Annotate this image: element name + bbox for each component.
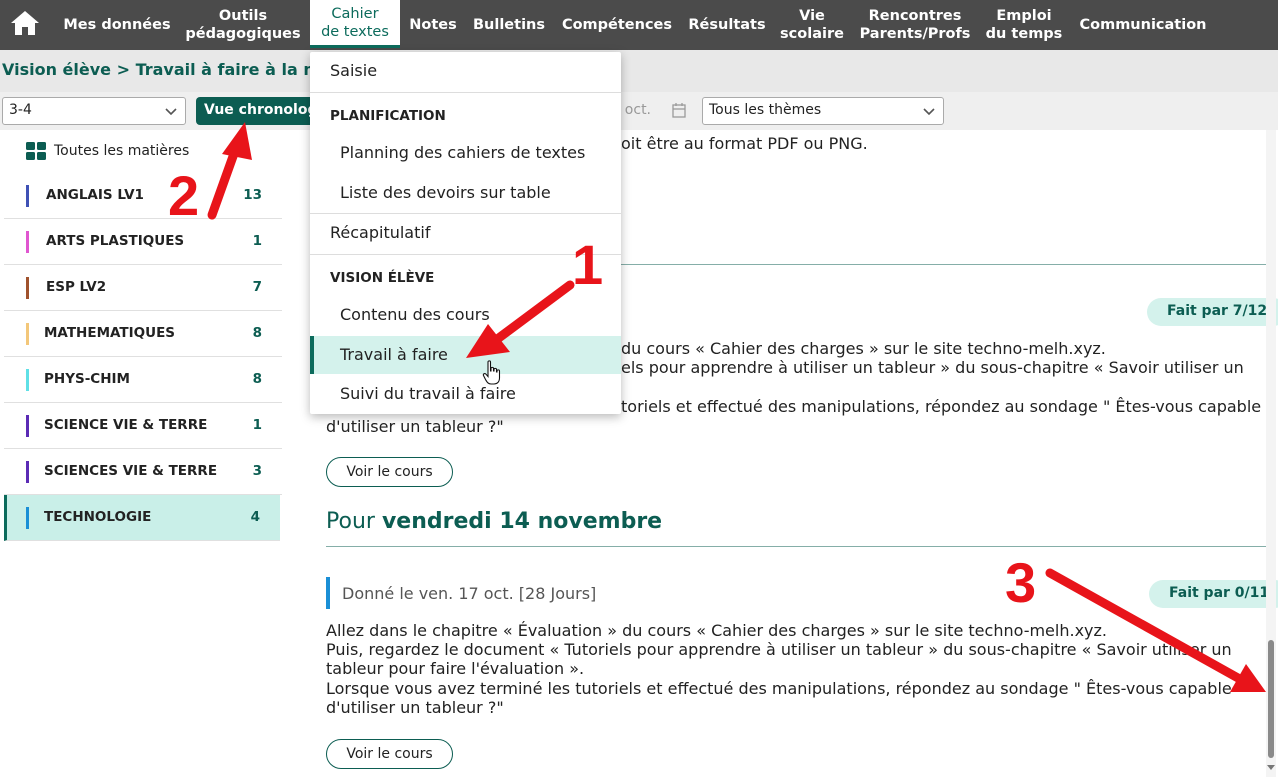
subject-label: PHYS-CHIM (44, 371, 130, 387)
entry-text-line: du cours « Cahier des charges » sur le s… (621, 339, 1106, 358)
given-date-text: Donné le ven. 17 oct. [28 Jours] (342, 583, 597, 603)
entry-text-line: d'utiliser un tableur ?" (326, 417, 504, 436)
nav-notes[interactable]: Notes (404, 0, 462, 50)
subject-color-bar (26, 277, 29, 299)
subject-color-bar (326, 577, 330, 609)
nav-competences[interactable]: Compétences (556, 0, 678, 50)
grid-icon (26, 142, 46, 160)
page: Mes données Outils pédagogiques Cahier d… (0, 0, 1278, 777)
annotation-number-2: 2 (168, 164, 200, 227)
menu-item-planning[interactable]: Planning des cahiers de textes (310, 134, 621, 172)
nav-rencontres[interactable]: Rencontres Parents/Profs (854, 0, 976, 50)
class-select[interactable]: 3-4 (2, 97, 186, 125)
subject-color-bar (26, 369, 29, 391)
entry-text-line: Allez dans le chapitre « Évaluation » du… (326, 621, 1107, 640)
annotation-number-3: 3 (1005, 551, 1037, 614)
subject-count: 4 (250, 509, 260, 525)
given-date: Donné le ven. 17 oct. [28 Jours] (326, 577, 596, 609)
scrollbar-thumb[interactable] (1268, 640, 1274, 758)
nav-vie-scolaire[interactable]: Vie scolaire (776, 0, 848, 50)
subject-label: TECHNOLOGIE (44, 509, 152, 525)
sidebar-item-mathematiques[interactable]: MATHEMATIQUES 8 (4, 311, 282, 357)
sidebar-item-phys-chim[interactable]: PHYS-CHIM 8 (4, 357, 282, 403)
subject-count: 8 (252, 371, 262, 387)
completion-badge: Fait par 7/12 (1147, 298, 1278, 326)
subject-color-bar (26, 461, 29, 483)
entry-text-line: Puis, regardez le document « Tutoriels p… (326, 640, 1232, 659)
theme-select-value: Tous les thèmes (709, 102, 822, 118)
theme-select[interactable]: Tous les thèmes (702, 97, 944, 125)
subject-color-bar (26, 185, 29, 207)
subject-color-bar (26, 507, 29, 529)
sidebar-item-esp-lv2[interactable]: ESP LV2 7 (4, 265, 282, 311)
day-heading: Pour vendredi 14 novembre (326, 509, 662, 534)
scroll-down-icon[interactable] (1266, 762, 1276, 772)
view-course-button[interactable]: Voir le cours (326, 739, 453, 769)
sidebar-item-anglais[interactable]: ANGLAIS LV1 13 (4, 173, 282, 219)
subject-count: 7 (252, 279, 262, 295)
subject-label: SCIENCES VIE & TERRE (44, 463, 218, 479)
chronological-view-button[interactable]: Vue chronologique (196, 97, 316, 125)
home-icon[interactable] (8, 8, 42, 38)
nav-mes-donnees[interactable]: Mes données (58, 0, 176, 50)
menu-item-devoirs-sur-table[interactable]: Liste des devoirs sur table (310, 174, 621, 212)
subject-count: 3 (252, 463, 262, 479)
menu-section-vision-eleve: VISION ÉLÈVE (330, 270, 435, 286)
menu-item-contenu-des-cours[interactable]: Contenu des cours (310, 296, 621, 334)
entry-text-line: toriels et effectué des manipulations, r… (621, 397, 1262, 416)
all-subjects-item[interactable]: Toutes les matières (26, 142, 189, 160)
nav-communication[interactable]: Communication (1074, 0, 1212, 50)
hand-cursor-icon (482, 360, 501, 385)
menu-item-saisie[interactable]: Saisie (310, 52, 621, 90)
top-navigation: Mes données Outils pédagogiques Cahier d… (0, 0, 1278, 50)
sidebar-item-technologie[interactable]: TECHNOLOGIE 4 (4, 495, 280, 541)
subject-label: ARTS PLASTIQUES (46, 233, 185, 249)
subject-label: ANGLAIS LV1 (46, 187, 144, 203)
entry-text-line: els pour apprendre à utiliser un tableur… (621, 358, 1244, 377)
subject-count: 1 (252, 233, 262, 249)
completion-badge: Fait par 0/11 (1149, 580, 1278, 608)
nav-outils-pedagogiques[interactable]: Outils pédagogiques (180, 0, 306, 50)
menu-divider (310, 92, 621, 93)
subject-color-bar (26, 323, 29, 345)
previous-entry-text: oit être au format PDF ou PNG. (621, 134, 868, 153)
day-heading-prefix: Pour (326, 509, 375, 534)
view-course-button[interactable]: Voir le cours (326, 457, 453, 487)
chevron-down-icon (165, 108, 177, 116)
calendar-icon[interactable] (672, 102, 686, 118)
entry-text-line: d'utiliser un tableur ?" (326, 698, 504, 717)
subject-color-bar (26, 231, 29, 253)
all-subjects-label: Toutes les matières (54, 143, 190, 159)
chevron-down-icon (923, 108, 935, 116)
annotation-number-1: 1 (572, 233, 604, 296)
menu-item-travail-a-faire[interactable]: Travail à faire (310, 336, 621, 374)
subject-color-bar (26, 415, 29, 437)
subject-count: 8 (252, 325, 262, 341)
class-select-value: 3-4 (9, 102, 32, 118)
entry-text-line: tableur pour faire l'évaluation ». (326, 659, 585, 678)
day-heading-date: vendredi 14 novembre (381, 509, 663, 534)
sidebar-item-sciences-vie-terre[interactable]: SCIENCES VIE & TERRE 3 (4, 449, 282, 495)
menu-item-suivi-travail[interactable]: Suivi du travail à faire (310, 375, 621, 413)
subject-count: 1 (252, 417, 262, 433)
subject-label: MATHEMATIQUES (44, 325, 176, 341)
sidebar-item-science-vie-terre[interactable]: SCIENCE VIE & TERRE 1 (4, 403, 282, 449)
sidebar-item-arts-plastiques[interactable]: ARTS PLASTIQUES 1 (4, 219, 282, 265)
subject-count: 13 (243, 187, 262, 203)
nav-bulletins[interactable]: Bulletins (468, 0, 550, 50)
nav-resultats[interactable]: Résultats (684, 0, 770, 50)
subject-label: ESP LV2 (46, 279, 107, 295)
menu-section-planification: PLANIFICATION (330, 108, 446, 124)
subject-label: SCIENCE VIE & TERRE (44, 417, 208, 433)
entry-text-line: Lorsque vous avez terminé les tutoriels … (326, 679, 1232, 698)
day-divider (326, 546, 1273, 547)
nav-emploi-du-temps[interactable]: Emploi du temps (980, 0, 1068, 50)
nav-cahier-de-textes[interactable]: Cahier de textes (310, 0, 400, 48)
